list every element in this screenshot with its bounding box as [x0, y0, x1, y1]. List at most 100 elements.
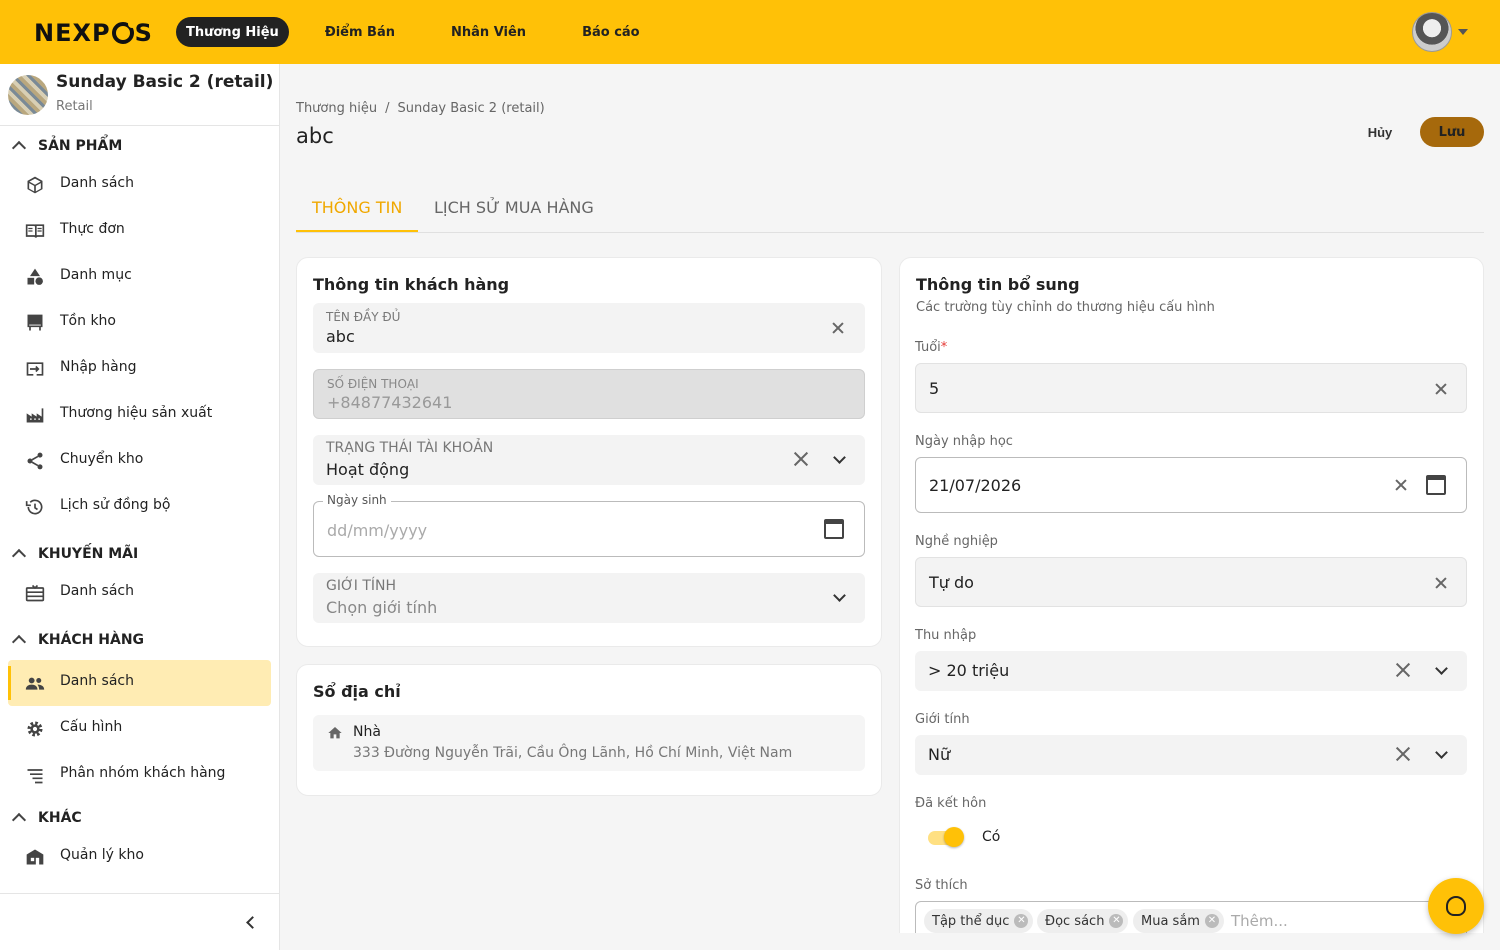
nav-point-of-sale[interactable]: Điểm Bán — [315, 17, 405, 47]
sidebar-item-customer-config[interactable]: Cấu hình — [8, 706, 271, 752]
clear-icon[interactable] — [1435, 577, 1447, 589]
clear-icon[interactable] — [1395, 748, 1407, 760]
page-title: abc — [296, 124, 334, 148]
chip-remove-icon[interactable]: ✕ — [1204, 914, 1219, 928]
section-customers[interactable]: KHÁCH HÀNG — [0, 625, 279, 655]
hobby-input[interactable]: Thêm... — [1231, 912, 1288, 930]
user-menu-caret-icon[interactable] — [1458, 29, 1468, 35]
chevron-down-icon[interactable] — [1435, 746, 1448, 759]
breadcrumb-root[interactable]: Thương hiệu — [296, 101, 377, 116]
hobby-chip[interactable]: Đọc sách ✕ — [1037, 909, 1129, 933]
sidebar-item-label: Danh sách — [60, 583, 134, 599]
tab-info[interactable]: THÔNG TIN — [312, 198, 402, 217]
hobby-chip[interactable]: Tập thể dục ✕ — [924, 909, 1034, 933]
headset-icon — [1446, 896, 1466, 916]
section-other[interactable]: KHÁC — [0, 803, 279, 833]
sidebar-item-label: Quản lý kho — [60, 847, 144, 863]
chevron-up-icon — [11, 634, 27, 650]
gender-select[interactable]: GIỚI TÍNH Chọn giới tính — [313, 573, 865, 623]
hobby-chip[interactable]: Mua sắm ✕ — [1133, 909, 1224, 933]
section-label: SẢN PHẨM — [38, 138, 123, 154]
chevron-left-icon[interactable] — [246, 916, 259, 929]
income-select[interactable]: > 20 triệu — [915, 651, 1467, 691]
user-avatar[interactable] — [1412, 12, 1452, 52]
card-subtitle: Các trường tùy chỉnh do thương hiệu cấu … — [916, 300, 1215, 315]
sidebar-item-label: Danh sách — [60, 673, 134, 689]
chip-remove-icon[interactable]: ✕ — [1109, 914, 1124, 928]
clear-icon[interactable] — [832, 322, 844, 334]
address-text: 333 Đường Nguyễn Trãi, Cầu Ông Lãnh, Hồ … — [353, 745, 793, 761]
clear-icon[interactable] — [793, 453, 805, 465]
cancel-button[interactable]: Hủy — [1358, 118, 1402, 146]
toggle-knob — [944, 827, 964, 847]
sidebar-item-customer-list[interactable]: Danh sách — [8, 660, 271, 706]
calendar-icon[interactable] — [1426, 475, 1446, 495]
address-name: Nhà — [353, 724, 381, 740]
support-chat-button[interactable] — [1428, 878, 1484, 934]
logo-text-right: S — [134, 19, 153, 47]
chevron-down-icon[interactable] — [833, 589, 846, 602]
sidebar-item-category[interactable]: Danh mục — [8, 254, 271, 300]
tab-purchase-history[interactable]: LỊCH SỬ MUA HÀNG — [434, 198, 594, 217]
field-value: 21/07/2026 — [929, 476, 1022, 495]
married-label: Đã kết hôn — [915, 796, 987, 811]
top-bar: NEXP S Thương Hiệu Điểm Bán Nhân Viên Báo… — [0, 0, 1500, 64]
calendar-icon[interactable] — [824, 519, 844, 539]
clear-icon[interactable] — [1395, 664, 1407, 676]
clear-icon[interactable] — [1435, 383, 1447, 395]
nav-brand[interactable]: Thương Hiệu — [176, 17, 289, 47]
sidebar-item-manufacturer[interactable]: Thương hiệu sản xuất — [8, 392, 271, 438]
sidebar-item-transfer[interactable]: Chuyển kho — [8, 438, 271, 484]
section-label: KHÁC — [38, 810, 82, 826]
sidebar-item-label: Cấu hình — [60, 719, 123, 735]
sidebar-item-product-list[interactable]: Danh sách — [8, 162, 271, 208]
sidebar-item-customer-groups[interactable]: Phân nhóm khách hàng — [8, 752, 271, 798]
factory-icon — [24, 405, 46, 425]
enroll-date-field[interactable]: 21/07/2026 — [915, 457, 1467, 513]
job-field[interactable]: Tự do — [915, 557, 1467, 607]
extra-gender-select[interactable]: Nữ — [915, 735, 1467, 775]
sidebar-item-label: Lịch sử đồng bộ — [60, 497, 171, 513]
shapes-icon — [24, 267, 46, 287]
full-name-field[interactable]: TÊN ĐẦY ĐỦ abc — [313, 303, 865, 353]
people-icon — [24, 673, 46, 693]
main-nav: Thương Hiệu Điểm Bán Nhân Viên Báo cáo — [176, 17, 670, 47]
chevron-down-icon[interactable] — [1435, 662, 1448, 675]
married-toggle[interactable] — [928, 827, 964, 847]
field-value: +84877432641 — [327, 393, 453, 412]
sidebar-item-promotion-list[interactable]: Danh sách — [8, 570, 271, 616]
address-entry[interactable]: Nhà 333 Đường Nguyễn Trãi, Cầu Ông Lãnh,… — [313, 715, 865, 771]
breadcrumb-current[interactable]: Sunday Basic 2 (retail) — [397, 101, 544, 116]
birthday-field[interactable]: Ngày sinh dd/mm/yyyy — [313, 493, 865, 557]
chevron-down-icon[interactable] — [833, 451, 846, 464]
nexpos-logo[interactable]: NEXP S — [34, 19, 153, 47]
nav-reports[interactable]: Báo cáo — [572, 17, 650, 47]
history-icon — [24, 497, 46, 517]
field-label: TÊN ĐẦY ĐỦ — [326, 310, 401, 324]
clear-icon[interactable] — [1395, 479, 1407, 491]
store-avatar — [8, 75, 48, 115]
sidebar-collapse-bar — [0, 893, 279, 950]
save-button[interactable]: Lưu — [1420, 117, 1484, 147]
sidebar-item-import[interactable]: Nhập hàng — [8, 346, 271, 392]
store-type: Retail — [56, 99, 93, 114]
nav-staff[interactable]: Nhân Viên — [441, 17, 536, 47]
section-products[interactable]: SẢN PHẨM — [0, 131, 279, 161]
sidebar-item-menu[interactable]: Thực đơn — [8, 208, 271, 254]
sidebar-item-sync-history[interactable]: Lịch sử đồng bộ — [8, 484, 271, 530]
field-value: Nữ — [928, 745, 951, 764]
breadcrumb-separator: / — [385, 101, 390, 116]
age-field[interactable]: 5 — [915, 363, 1467, 413]
section-label: KHÁCH HÀNG — [38, 632, 145, 648]
sidebar-item-label: Danh mục — [60, 267, 132, 283]
chip-remove-icon[interactable]: ✕ — [1014, 914, 1029, 928]
section-promotions[interactable]: KHUYẾN MÃI — [0, 539, 279, 569]
account-status-select[interactable]: TRẠNG THÁI TÀI KHOẢN Hoạt động — [313, 435, 865, 485]
sidebar-item-warehouse-management[interactable]: Quản lý kho — [8, 834, 271, 880]
logo-o-icon — [111, 20, 136, 44]
chevron-up-icon — [11, 812, 27, 828]
field-value: > 20 triệu — [928, 661, 1010, 680]
store-header[interactable]: Sunday Basic 2 (retail) Retail — [0, 64, 279, 126]
sidebar-item-label: Thương hiệu sản xuất — [60, 405, 213, 421]
sidebar-item-inventory[interactable]: Tồn kho — [8, 300, 271, 346]
